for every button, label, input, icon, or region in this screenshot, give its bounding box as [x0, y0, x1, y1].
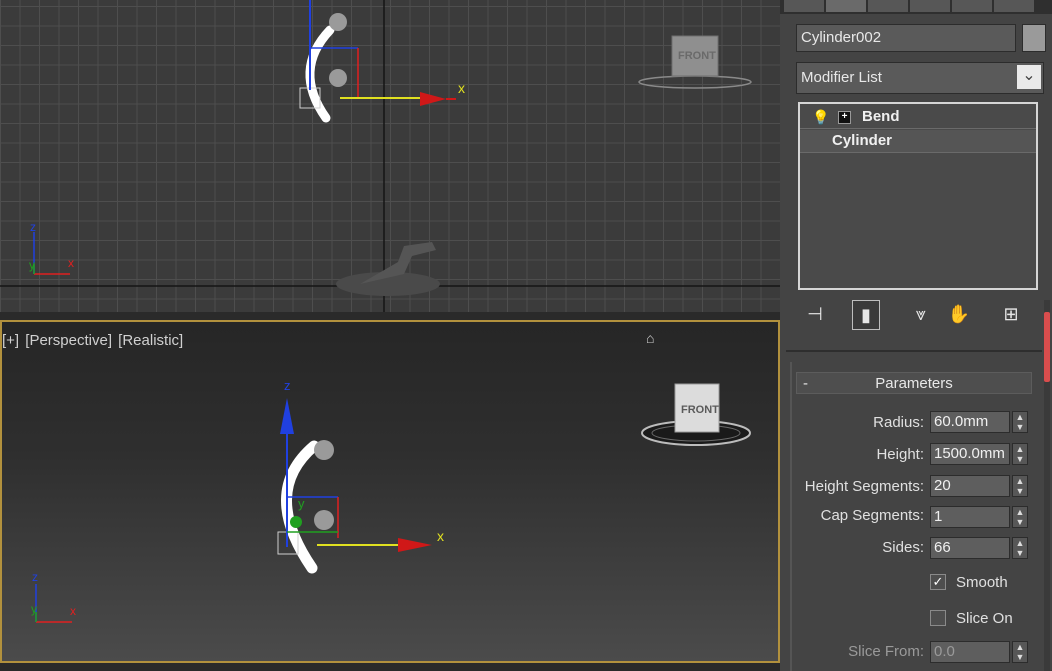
viewport-top[interactable]: x FRONT x y z [0, 0, 780, 312]
gizmo-sphere[interactable] [329, 13, 347, 31]
parameters-rollout-header[interactable]: - Parameters [796, 372, 1032, 394]
cap-segments-label: Cap Segments: [820, 507, 924, 524]
gizmo-z-axis[interactable] [280, 398, 294, 434]
slice-on-checkbox[interactable] [930, 610, 946, 626]
viewport-top-scene [0, 0, 780, 312]
lightbulb-icon[interactable]: 💡 [812, 106, 829, 128]
height-segments-spinner[interactable]: ▲ ▼ [1012, 475, 1028, 497]
expand-plus-icon[interactable]: + [838, 111, 851, 124]
divider [790, 362, 792, 671]
gizmo-sphere[interactable] [314, 510, 334, 530]
modifier-list-label: Modifier List [801, 69, 882, 86]
scrollbar-thumb[interactable] [1044, 312, 1050, 382]
tab-display[interactable] [952, 0, 993, 12]
tripod-x-label: x [70, 604, 76, 618]
stack-item-label: Cylinder [832, 132, 893, 149]
make-unique-icon[interactable]: ⩔ [908, 300, 934, 328]
modifier-list-dropdown[interactable]: Modifier List ⌄ [796, 62, 1044, 94]
gizmo-z-label: z [284, 378, 291, 393]
remove-modifier-icon[interactable]: ✋ [946, 300, 972, 328]
height-segments-field[interactable]: 20 [930, 475, 1010, 497]
configure-modifier-sets-icon[interactable]: ⊞ [998, 300, 1024, 328]
object-color-swatch[interactable] [1022, 24, 1046, 52]
viewcube-label: FRONT [681, 404, 719, 416]
tripod-y-label: y [29, 258, 35, 272]
divider [786, 350, 1042, 352]
rollout-title: Parameters [875, 375, 953, 392]
modifier-stack[interactable]: 💡 + Bend Cylinder [798, 102, 1038, 290]
command-panel: Cylinder002 Modifier List ⌄ 💡 + Bend Cyl… [780, 0, 1052, 671]
sides-label: Sides: [882, 539, 924, 556]
tab-modify[interactable] [826, 0, 867, 12]
height-spinner[interactable]: ▲ ▼ [1012, 443, 1028, 465]
smooth-checkbox[interactable]: ✓ [930, 574, 946, 590]
tab-create[interactable] [784, 0, 825, 12]
tripod-y-label: y [31, 602, 37, 616]
viewport-separator[interactable] [0, 312, 780, 320]
cap-segments-field[interactable]: 1 [930, 506, 1010, 528]
show-end-result-icon[interactable]: ▮ [852, 300, 880, 330]
gizmo-sphere[interactable] [329, 69, 347, 87]
height-segments-label: Height Segments: [804, 478, 924, 495]
command-panel-tabs [780, 0, 1052, 14]
panel-scrollbar[interactable] [1044, 300, 1050, 671]
tripod-z-label: z [30, 220, 36, 234]
stack-item-label: Bend [862, 108, 900, 125]
cap-segments-spinner[interactable]: ▲ ▼ [1012, 506, 1028, 528]
stack-item-cylinder[interactable]: Cylinder [800, 130, 1036, 153]
stack-item-bend[interactable]: 💡 + Bend [800, 106, 1036, 129]
tab-motion[interactable] [910, 0, 951, 12]
viewport-perspective-scene [35, 383, 751, 623]
slice-on-label: Slice On [956, 610, 1013, 627]
gizmo-y-label: y [298, 496, 305, 511]
radius-label: Radius: [873, 414, 924, 431]
chevron-down-icon[interactable]: ⌄ [1017, 65, 1041, 89]
tripod-x-label: x [68, 256, 74, 270]
radius-field[interactable]: 60.0mm [930, 411, 1010, 433]
tripod-z-label: z [32, 570, 38, 584]
pin-stack-icon[interactable]: ⊣ [802, 300, 828, 328]
radius-spinner[interactable]: ▲ ▼ [1012, 411, 1028, 433]
gizmo-x-label: x [458, 80, 465, 96]
parameters-body: Radius: 60.0mm ▲ ▼ Height: 1500.0mm ▲ ▼ He… [780, 0, 1052, 671]
sides-spinner[interactable]: ▲ ▼ [1012, 537, 1028, 559]
tab-hierarchy[interactable] [868, 0, 909, 12]
viewport-perspective[interactable]: [+] [Perspective] [Realistic] ⌂ z y x FR… [0, 320, 780, 663]
gizmo-sphere[interactable] [314, 440, 334, 460]
height-field[interactable]: 1500.0mm [930, 443, 1010, 465]
height-label: Height: [876, 446, 924, 463]
slice-from-field[interactable]: 0.0 [930, 641, 1010, 663]
viewcube-label: FRONT [678, 50, 716, 62]
viewport-footer [0, 663, 780, 671]
smooth-label: Smooth [956, 574, 1008, 591]
slice-from-spinner[interactable]: ▲ ▼ [1012, 641, 1028, 663]
slice-from-label: Slice From: [848, 643, 924, 660]
sides-field[interactable]: 66 [930, 537, 1010, 559]
gizmo-x-label: x [437, 528, 444, 544]
object-name-input[interactable]: Cylinder002 [796, 24, 1016, 52]
tab-utilities[interactable] [994, 0, 1035, 12]
